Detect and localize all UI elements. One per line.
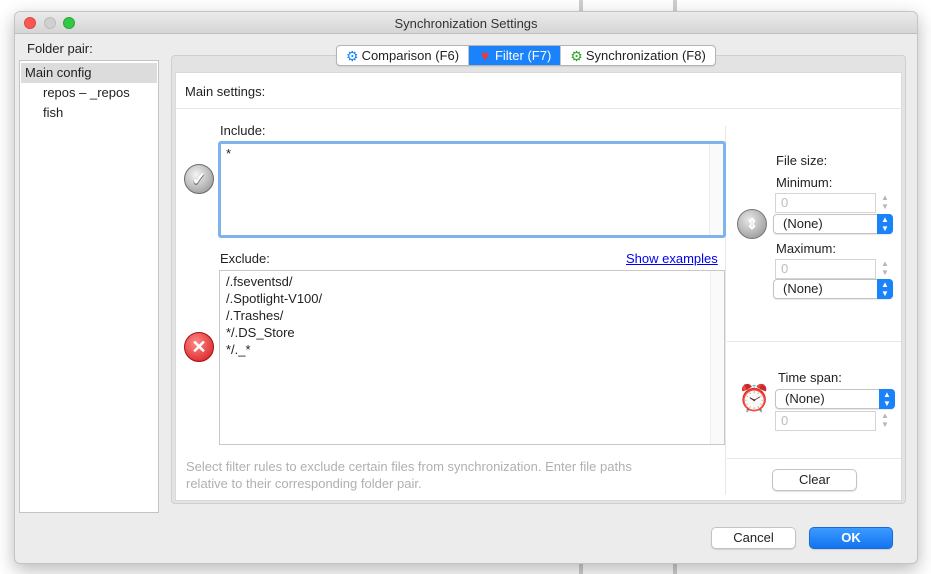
divider: [175, 108, 904, 109]
settings-window: Synchronization Settings Folder pair: Ma…: [14, 11, 918, 564]
exclude-line: */.DS_Store: [226, 325, 295, 340]
maximum-size-stepper[interactable]: ▲ ▼: [879, 259, 891, 279]
exclude-line: /.fseventsd/: [226, 274, 293, 289]
folder-pair-item-repos[interactable]: repos – _repos: [21, 83, 157, 103]
exclude-textarea[interactable]: /.fseventsd/ /.Spotlight-V100/ /.Trashes…: [219, 270, 725, 445]
chevron-updown-icon: ▲ ▼: [877, 214, 893, 234]
alarm-clock-icon: ⏰: [738, 383, 771, 413]
time-span-stepper[interactable]: ▲ ▼: [879, 411, 891, 431]
exclude-line: /.Spotlight-V100/: [226, 291, 323, 306]
clear-button[interactable]: Clear: [772, 469, 857, 491]
divider: [727, 341, 901, 342]
gear-icon: ⚙: [570, 47, 583, 64]
tab-synchronization-label: Synchronization (F8): [585, 48, 706, 63]
folder-pair-item-fish[interactable]: fish: [21, 103, 157, 123]
maximum-size-unit-select[interactable]: (None) ▲ ▼: [773, 279, 893, 299]
folder-pair-item-label: fish: [43, 105, 64, 120]
tab-comparison[interactable]: ⚙ Comparison (F6): [337, 46, 470, 65]
file-size-label: File size:: [776, 153, 828, 168]
minimum-size-unit-value: (None): [783, 216, 823, 231]
filter-icon: ▼: [478, 47, 492, 64]
folder-pair-item-main-config[interactable]: Main config: [21, 63, 157, 83]
size-arrows-icon: ⇕: [737, 209, 767, 239]
settings-tabs: ⚙ Comparison (F6) ▼ Filter (F7) ⚙ Synchr…: [336, 45, 716, 66]
minimum-size-unit-select[interactable]: (None) ▲ ▼: [773, 214, 893, 234]
title-bar[interactable]: Synchronization Settings: [15, 12, 917, 34]
ok-button[interactable]: OK: [809, 527, 893, 549]
maximum-size-input[interactable]: 0: [775, 259, 876, 279]
exclude-scrollbar[interactable]: [710, 271, 724, 444]
main-settings-heading: Main settings:: [185, 84, 266, 99]
tab-filter[interactable]: ▼ Filter (F7): [469, 46, 562, 65]
include-textarea[interactable]: *: [218, 141, 726, 238]
tab-filter-label: Filter (F7): [494, 48, 552, 63]
chevron-updown-icon: ▲ ▼: [879, 389, 895, 409]
divider: [727, 458, 901, 459]
gear-icon: ⚙: [346, 47, 359, 64]
time-span-input[interactable]: 0: [775, 411, 876, 431]
minimum-size-input[interactable]: 0: [775, 193, 876, 213]
time-span-label: Time span:: [778, 370, 842, 385]
chevron-updown-icon: ▲ ▼: [877, 279, 893, 299]
include-scrollbar[interactable]: [709, 144, 723, 235]
maximum-label: Maximum:: [776, 241, 836, 256]
folder-pair-item-label: Main config: [25, 65, 92, 80]
tab-synchronization[interactable]: ⚙ Synchronization (F8): [561, 46, 715, 65]
minimum-label: Minimum:: [776, 175, 833, 190]
tab-comparison-label: Comparison (F6): [361, 48, 460, 63]
folder-pair-list[interactable]: Main config repos – _repos fish: [19, 60, 159, 513]
exclude-label: Exclude:: [220, 251, 270, 266]
include-value: *: [226, 146, 232, 161]
minimum-size-stepper[interactable]: ▲ ▼: [879, 193, 891, 213]
window-title: Synchronization Settings: [394, 16, 538, 31]
show-examples-link[interactable]: Show examples: [626, 251, 718, 266]
exclude-line: /.Trashes/: [226, 308, 284, 323]
checkmark-icon: ✓: [184, 164, 214, 194]
cancel-button[interactable]: Cancel: [711, 527, 796, 549]
include-label: Include:: [220, 123, 266, 138]
time-span-value: (None): [785, 391, 825, 406]
maximum-size-unit-value: (None): [783, 281, 823, 296]
exclude-line: */._*: [226, 342, 251, 357]
time-span-select[interactable]: (None) ▲ ▼: [775, 389, 895, 409]
folder-pair-item-label: repos – _repos: [43, 85, 130, 100]
filter-hint-text: Select filter rules to exclude certain f…: [186, 459, 632, 491]
cross-icon: ✕: [184, 332, 214, 362]
folder-pair-label: Folder pair:: [27, 41, 93, 56]
